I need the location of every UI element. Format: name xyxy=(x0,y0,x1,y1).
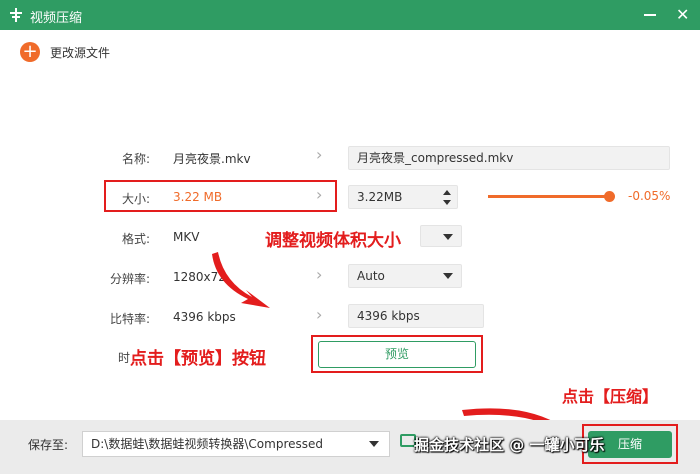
watermark: 掘金技术社区 @ 一罐小可乐 xyxy=(414,436,605,454)
save-path-value: D:\数据蛙\数据蛙视频转换器\Compressed xyxy=(91,437,323,451)
save-path-dropdown[interactable]: D:\数据蛙\数据蛙视频转换器\Compressed xyxy=(82,431,390,457)
annotation-arrows xyxy=(212,252,588,446)
chevron-down-icon xyxy=(369,441,379,447)
save-to-label: 保存至: xyxy=(28,438,69,452)
annotation-arrow xyxy=(212,252,270,308)
